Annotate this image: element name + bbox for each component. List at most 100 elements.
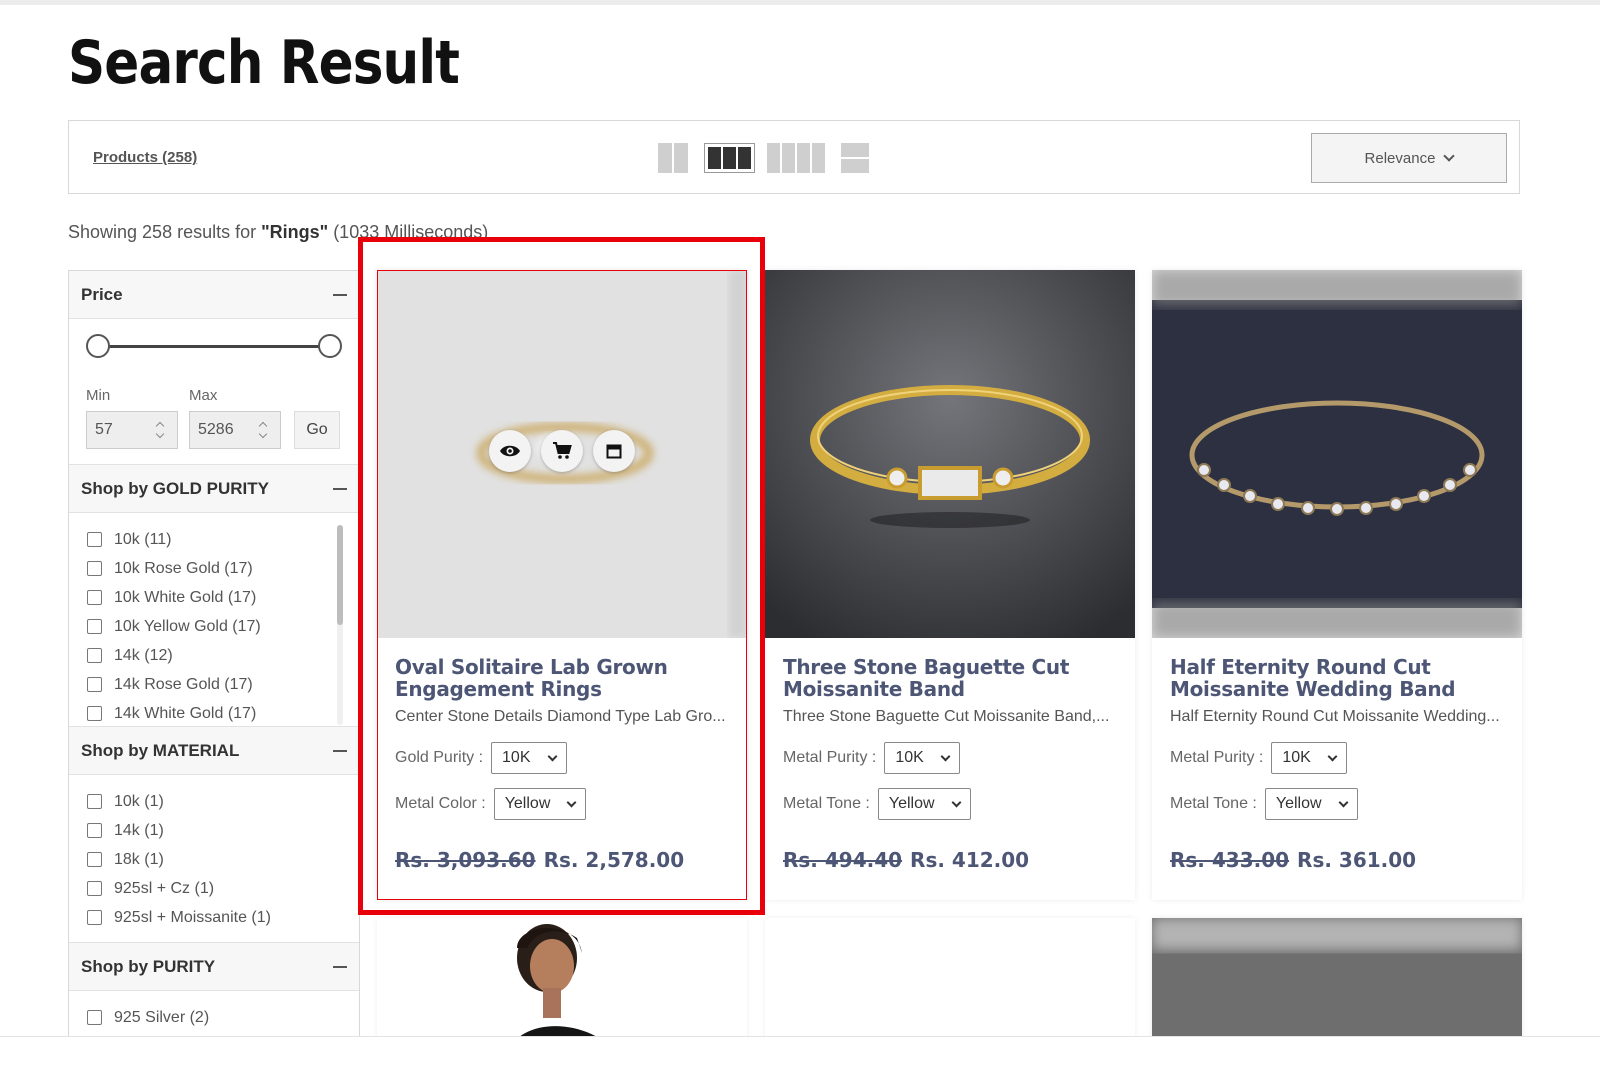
gold-purity-filter-title: Shop by GOLD PURITY [81, 478, 269, 498]
results-summary-prefix: Showing 258 results for [68, 222, 262, 242]
collapse-icon[interactable] [333, 293, 347, 296]
products-count-link[interactable]: Products (258) [93, 149, 197, 166]
top-border [0, 0, 1600, 5]
filter-option[interactable]: 10k (1) [87, 787, 359, 816]
metal-purity-select[interactable]: 10K [884, 742, 960, 774]
collapse-icon[interactable] [333, 749, 347, 752]
filter-option[interactable]: 14k White Gold (17) [87, 699, 359, 728]
chevron-down-icon [547, 751, 557, 761]
checkbox[interactable] [87, 823, 102, 838]
min-label: Min [86, 387, 111, 404]
checkbox[interactable] [87, 648, 102, 663]
checkbox[interactable] [87, 794, 102, 809]
product-description: Three Stone Baguette Cut Moissanite Band… [783, 708, 1110, 725]
bottom-border [0, 1036, 1600, 1076]
option-label: 14k Rose Gold (17) [114, 675, 253, 693]
attribute-label: Metal Tone : [783, 795, 870, 812]
calendar-icon[interactable] [593, 430, 635, 472]
checkbox[interactable] [87, 1010, 102, 1025]
original-price: Rs. 494.40 [783, 848, 903, 872]
price-max-handle[interactable] [318, 334, 342, 358]
price-min-handle[interactable] [86, 334, 110, 358]
filter-option[interactable]: 925sl + Moissanite (1) [87, 903, 359, 932]
option-label: 14k (12) [114, 646, 173, 664]
price-min-input[interactable] [86, 411, 178, 449]
material-filter-header[interactable]: Shop by MATERIAL [69, 727, 359, 775]
option-label: 925 Silver (2) [114, 1008, 210, 1026]
results-toolbar: Products (258) Relevance [68, 120, 1520, 194]
filter-option[interactable]: 14k Rose Gold (17) [87, 670, 359, 699]
quick-actions [489, 430, 635, 472]
material-options: 10k (1) 14k (1) 18k (1) 925sl + Cz (1) 9… [69, 775, 359, 943]
checkbox[interactable] [87, 590, 102, 605]
metal-tone-select[interactable]: Yellow [877, 788, 971, 820]
product-image[interactable] [377, 270, 747, 638]
gold-purity-select[interactable]: 10K [491, 742, 567, 774]
original-price: Rs. 433.00 [1170, 848, 1290, 872]
price-go-button[interactable]: Go [294, 411, 340, 449]
product-image[interactable] [765, 270, 1135, 638]
checkbox[interactable] [87, 532, 102, 547]
checkbox[interactable] [87, 561, 102, 576]
checkbox[interactable] [87, 881, 102, 896]
attribute-label: Metal Purity : [783, 749, 877, 766]
checkbox[interactable] [87, 677, 102, 692]
filter-option[interactable]: 18k (1) [87, 845, 359, 874]
price-slider-track[interactable] [100, 345, 330, 348]
filter-option[interactable]: 925 Silver (2) [87, 1003, 359, 1032]
attribute-label: Metal Color : [395, 795, 486, 812]
checkbox[interactable] [87, 852, 102, 867]
product-info: Three Stone Baguette Cut Moissanite Band… [783, 656, 1123, 872]
collapse-icon[interactable] [333, 487, 347, 490]
filter-option[interactable]: 14k (1) [87, 816, 359, 845]
filter-option[interactable]: 925sl + Cz (1) [87, 874, 359, 903]
page-title: Search Result [68, 28, 460, 98]
sale-price: Rs. 2,578.00 [543, 848, 685, 872]
max-label: Max [189, 387, 218, 404]
filter-option[interactable]: 10k White Gold (17) [87, 583, 359, 612]
filter-option[interactable]: 10k (11) [87, 525, 359, 554]
checkbox[interactable] [87, 706, 102, 721]
select-value: Yellow [1275, 795, 1322, 812]
product-card[interactable]: Half Eternity Round Cut Moissanite Weddi… [1152, 270, 1522, 900]
scrollbar-thumb[interactable] [337, 525, 343, 625]
option-label: 10k Yellow Gold (17) [114, 617, 261, 635]
metal-color-select[interactable]: Yellow [493, 788, 587, 820]
filter-option[interactable]: 10k Rose Gold (17) [87, 554, 359, 583]
sale-price: Rs. 361.00 [1297, 848, 1417, 872]
price-filter-header[interactable]: Price [69, 271, 359, 319]
option-label: 925sl + Cz (1) [114, 879, 215, 897]
purity-filter-header[interactable]: Shop by PURITY [69, 943, 359, 991]
eye-icon[interactable] [489, 430, 531, 472]
option-label: 10k White Gold (17) [114, 588, 257, 606]
product-card[interactable]: Three Stone Baguette Cut Moissanite Band… [765, 270, 1135, 900]
product-card[interactable]: Oval Solitaire Lab Grown Engagement Ring… [377, 270, 747, 900]
checkbox[interactable] [87, 619, 102, 634]
product-name[interactable]: Oval Solitaire Lab Grown Engagement Ring… [395, 656, 735, 700]
checkbox[interactable] [87, 910, 102, 925]
filter-option[interactable]: 14k (12) [87, 641, 359, 670]
filter-option[interactable]: 10k Yellow Gold (17) [87, 612, 359, 641]
option-label: 18k (1) [114, 850, 164, 868]
attribute-row: Metal Tone : Yellow [1170, 788, 1510, 820]
sort-label: Relevance [1364, 149, 1436, 167]
collapse-icon[interactable] [333, 965, 347, 968]
product-name[interactable]: Three Stone Baguette Cut Moissanite Band [783, 656, 1123, 700]
list-view-icon[interactable] [841, 143, 869, 173]
gold-purity-filter-header[interactable]: Shop by GOLD PURITY [69, 465, 359, 513]
option-label: 10k (11) [114, 530, 172, 548]
product-image[interactable] [1152, 270, 1522, 638]
cart-icon[interactable] [541, 430, 583, 472]
sort-dropdown[interactable]: Relevance [1311, 133, 1507, 183]
price-max-input[interactable] [189, 411, 281, 449]
select-value: 10K [895, 749, 924, 766]
grid-3-view-icon[interactable] [704, 143, 755, 173]
attribute-row: Metal Purity : 10K [1170, 742, 1510, 774]
grid-2-view-icon[interactable] [658, 143, 688, 173]
purity-options: 925 Silver (2) [69, 991, 359, 1040]
grid-4-view-icon[interactable] [767, 143, 825, 173]
metal-tone-select[interactable]: Yellow [1264, 788, 1358, 820]
select-value: Yellow [888, 795, 935, 812]
metal-purity-select[interactable]: 10K [1271, 742, 1347, 774]
product-name[interactable]: Half Eternity Round Cut Moissanite Weddi… [1170, 656, 1510, 700]
